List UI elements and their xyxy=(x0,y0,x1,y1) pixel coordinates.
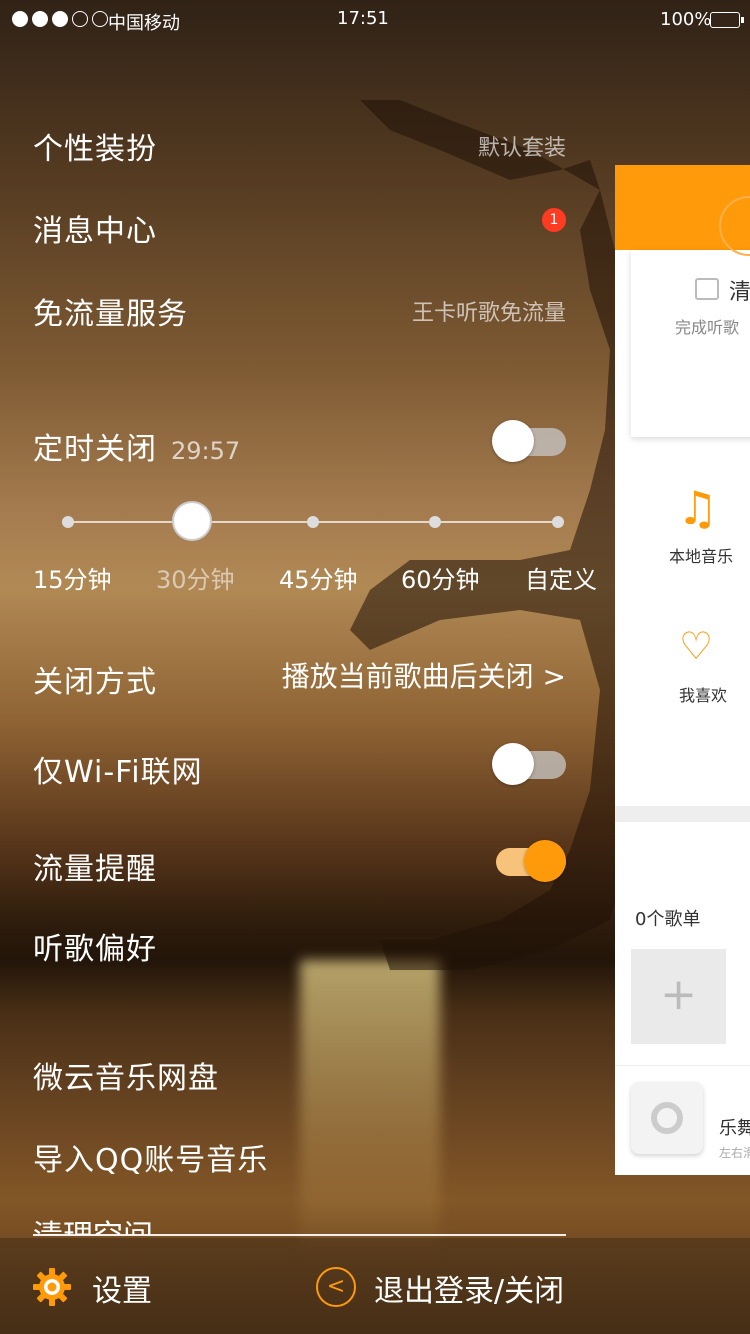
calendar-icon xyxy=(695,278,719,300)
menu-item-label: 定时关闭 xyxy=(33,432,157,467)
signal-dot xyxy=(52,11,68,27)
logout-button[interactable]: 退出登录/关闭 xyxy=(374,1266,564,1310)
menu-item-label: 导入QQ账号音乐 xyxy=(33,1143,269,1178)
song-subtitle: 左右滑 xyxy=(719,1146,750,1160)
slider-tick[interactable] xyxy=(62,516,74,528)
heart-icon: ♡ xyxy=(679,624,714,668)
timer-toggle[interactable] xyxy=(492,420,566,462)
wifi-only-toggle[interactable] xyxy=(492,743,566,785)
footer-bar: 设置 < 退出登录/关闭 xyxy=(0,1238,750,1334)
slider-tick[interactable] xyxy=(552,516,564,528)
add-playlist-button[interactable]: + xyxy=(631,949,726,1044)
theme-value: 默认套装 xyxy=(477,136,566,161)
data-alert-toggle[interactable] xyxy=(492,840,566,882)
local-music-label[interactable]: 本地音乐 xyxy=(669,543,733,567)
menu-item-clear-space[interactable]: 清理空间 xyxy=(33,1215,153,1235)
gear-icon[interactable] xyxy=(32,1267,72,1307)
settings-button[interactable]: 设置 xyxy=(92,1266,152,1310)
playlist-count: 0个歌单 xyxy=(635,909,701,930)
menu-item-messages[interactable]: 消息中心 1 xyxy=(33,206,566,250)
menu-item-preferences[interactable]: 听歌偏好 xyxy=(33,924,566,968)
free-data-value: 王卡听歌免流量 xyxy=(411,301,566,326)
timer-option[interactable]: 15分钟 xyxy=(33,560,112,595)
menu-item-theme[interactable]: 个性装扮 默认套装 xyxy=(33,124,566,168)
timer-option[interactable]: 自定义 xyxy=(525,560,597,595)
menu-item-weiyun[interactable]: 微云音乐网盘 xyxy=(33,1053,566,1097)
carrier-name: 中国移动 xyxy=(108,13,180,34)
menu-item-label: 关闭方式 xyxy=(33,665,157,700)
section-gap xyxy=(615,806,750,822)
menu-item-timer: 定时关闭 29:57 xyxy=(33,420,566,468)
menu-item-label: 免流量服务 xyxy=(33,297,188,332)
menu-item-label: 听歌偏好 xyxy=(33,932,157,967)
signal-dot xyxy=(72,11,88,27)
menu-item-close-mode[interactable]: 关闭方式 播放当前歌曲后关闭 > xyxy=(33,657,566,701)
back-arrow-icon[interactable]: < xyxy=(316,1267,356,1307)
song-title: 乐舞 xyxy=(719,1118,750,1139)
signal-strength xyxy=(12,11,108,27)
timer-slider[interactable] xyxy=(62,501,564,541)
menu-item-label: 流量提醒 xyxy=(33,852,157,887)
favorites-label[interactable]: 我喜欢 xyxy=(679,682,727,706)
timer-countdown: 29:57 xyxy=(171,437,241,465)
timer-option[interactable]: 60分钟 xyxy=(401,560,480,595)
battery-icon xyxy=(710,12,744,28)
divider xyxy=(33,1234,566,1236)
mini-player[interactable]: 乐舞 左右滑 xyxy=(615,1065,750,1175)
timer-option[interactable]: 45分钟 xyxy=(279,560,358,595)
slider-tick[interactable] xyxy=(429,516,441,528)
menu-item-import-qq[interactable]: 导入QQ账号音乐 xyxy=(33,1135,566,1179)
battery-percent: 100% xyxy=(660,9,712,30)
status-time: 17:51 xyxy=(337,8,389,29)
checkin-text: 完成听歌 xyxy=(675,318,740,337)
timer-option[interactable]: 30分钟 xyxy=(156,560,235,595)
signal-dot xyxy=(12,11,28,27)
card-label: 清 xyxy=(729,280,750,305)
menu-item-label: 仅Wi-Fi联网 xyxy=(33,755,203,790)
signal-dot xyxy=(92,11,108,27)
signal-dot xyxy=(32,11,48,27)
menu-item-wifi-only: 仅Wi-Fi联网 xyxy=(33,743,566,791)
status-bar: 中国移动 17:51 100% xyxy=(0,0,750,40)
timer-options: 15分钟 30分钟 45分钟 60分钟 自定义 xyxy=(33,560,603,594)
notification-badge: 1 xyxy=(542,208,566,232)
disc-icon xyxy=(631,1082,703,1154)
slider-tick[interactable] xyxy=(307,516,319,528)
close-mode-value: 播放当前歌曲后关闭 > xyxy=(281,660,566,693)
main-page-preview[interactable]: 清 完成听歌 ♫ 本地音乐 ♡ 我喜欢 0个歌单 + 乐舞 左右滑 xyxy=(615,165,750,1175)
menu-item-label: 消息中心 xyxy=(33,214,157,249)
menu-item-label: 微云音乐网盘 xyxy=(33,1061,219,1096)
menu-item-free-data[interactable]: 免流量服务 王卡听歌免流量 xyxy=(33,289,566,333)
menu-item-data-alert: 流量提醒 xyxy=(33,840,566,888)
menu-item-label: 清理空间 xyxy=(33,1219,153,1235)
slider-handle[interactable] xyxy=(172,501,212,541)
menu-item-label: 个性装扮 xyxy=(33,132,157,167)
music-note-icon: ♫ xyxy=(677,481,719,535)
